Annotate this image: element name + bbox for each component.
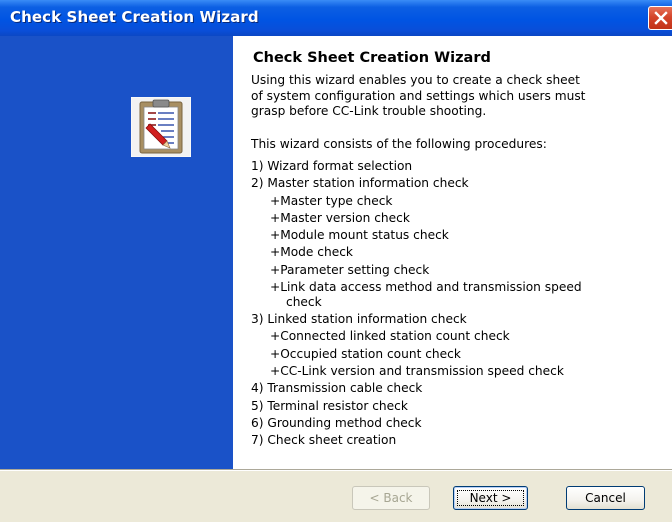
procedure-substep: +Module mount status check: [270, 228, 449, 243]
close-icon: [654, 11, 668, 25]
cancel-button[interactable]: Cancel: [566, 486, 645, 510]
procedures-intro: This wizard consists of the following pr…: [251, 137, 547, 151]
procedure-step: 3) Linked station information check: [251, 312, 467, 327]
procedure-substep: +Parameter setting check: [270, 262, 430, 277]
wizard-window: Check Sheet Creation Wizard Check Sheet …: [0, 0, 672, 522]
procedure-step: 7) Check sheet creation: [251, 433, 397, 448]
close-button[interactable]: [648, 6, 672, 30]
intro-line: of system configuration and settings whi…: [251, 88, 586, 103]
window-title: Check Sheet Creation Wizard: [10, 8, 259, 26]
procedure-step: 5) Terminal resistor check: [251, 398, 408, 413]
intro-line: Using this wizard enables you to create …: [251, 73, 580, 87]
button-bar: < Back Next > Cancel: [0, 469, 672, 522]
title-bar[interactable]: Check Sheet Creation Wizard: [0, 0, 672, 36]
procedure-substep-continued: check: [286, 295, 322, 310]
procedure-substep: +CC-Link version and transmission speed …: [270, 363, 564, 378]
wizard-content: Check Sheet Creation Wizard Using this w…: [233, 36, 672, 469]
procedure-substep: +Link data access method and transmissio…: [270, 280, 582, 295]
footer-divider-highlight: [0, 470, 672, 471]
page-title: Check Sheet Creation Wizard: [253, 50, 491, 66]
intro-text: Using this wizard enables you to create …: [251, 73, 651, 120]
wizard-side-panel: [0, 36, 233, 469]
procedure-step: 2) Master station information check: [251, 176, 469, 191]
procedure-substep: +Connected linked station count check: [270, 329, 510, 344]
procedure-step: 1) Wizard format selection: [251, 159, 413, 173]
procedure-step: 6) Grounding method check: [251, 415, 422, 430]
back-button[interactable]: < Back: [352, 486, 430, 510]
intro-line: grasp before CC-Link trouble shooting.: [251, 104, 487, 119]
procedure-substep: +Master version check: [270, 210, 410, 225]
procedure-substep: +Occupied station count check: [270, 346, 461, 361]
procedure-step: 4) Transmission cable check: [251, 381, 423, 396]
procedure-substep: +Master type check: [270, 193, 393, 208]
next-button[interactable]: Next >: [453, 486, 528, 510]
procedure-substep: +Mode check: [270, 245, 353, 260]
procedures-list: 1) Wizard format selection 2) Master sta…: [251, 158, 666, 449]
clipboard-checklist-icon: [131, 97, 191, 157]
